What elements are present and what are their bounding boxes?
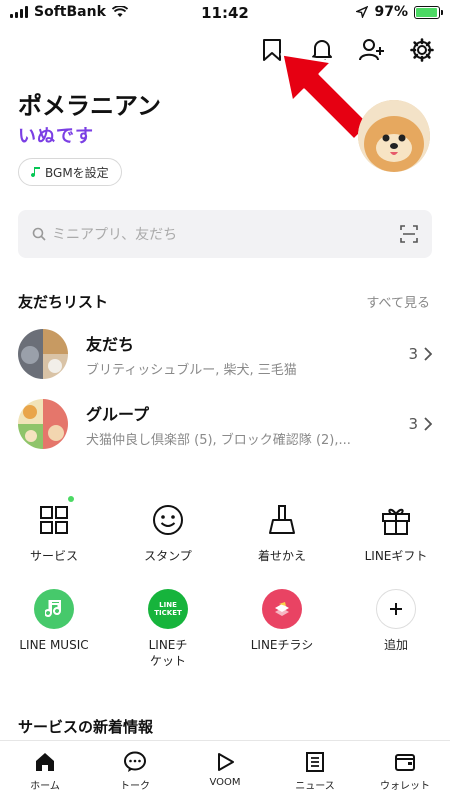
battery-icon (414, 5, 443, 19)
bgm-label: BGMを設定 (45, 165, 109, 180)
profile-avatar[interactable] (358, 100, 430, 172)
chat-bubble-icon (124, 751, 146, 772)
bgm-button[interactable]: BGMを設定 (18, 158, 122, 186)
friends-list-title: 友だちリスト (18, 293, 109, 311)
service-label: 追加 (383, 638, 408, 652)
home-icon (36, 753, 54, 771)
groups-row[interactable]: グループ 犬猫仲良し倶楽部 (5), ブロック確認隊 (2),... 3 (18, 396, 432, 452)
row-title: 友だち (86, 334, 135, 354)
line-ticket-icon: LINE TICKET (148, 589, 188, 629)
gear-icon[interactable] (408, 36, 436, 64)
nav-label: トーク (120, 781, 150, 792)
music-note-icon (31, 167, 40, 178)
service-services[interactable]: サービス (4, 496, 104, 564)
nav-news[interactable]: ニュース (270, 741, 360, 800)
service-line-ticket[interactable]: LINE TICKET LINEチ ケット (118, 589, 218, 669)
row-count: 3 (408, 415, 418, 433)
row-count: 3 (408, 345, 418, 363)
battery-percent: 97% (374, 4, 408, 20)
groups-thumbnail (18, 399, 68, 449)
service-label: 着せかえ (257, 549, 306, 563)
nav-label: VOOM (209, 777, 241, 788)
grid-icon (40, 506, 68, 534)
service-label: LINE MUSIC (19, 638, 89, 652)
play-icon (218, 753, 234, 771)
service-label: LINEチラシ (250, 638, 314, 652)
friends-thumbnail (18, 329, 68, 379)
nav-home[interactable]: ホーム (0, 741, 90, 800)
service-line-flyer[interactable]: LINEチラシ (232, 589, 332, 653)
service-line-gift[interactable]: LINEギフト (346, 500, 446, 564)
chevron-right-icon (424, 417, 432, 431)
ticket-badge-line1: LINE (159, 601, 177, 609)
location-icon (356, 6, 369, 18)
nav-label: ホーム (30, 781, 60, 792)
status-message[interactable]: いぬです (18, 122, 94, 148)
nav-label: ニュース (295, 781, 335, 792)
newspaper-icon (306, 752, 324, 772)
service-label: LINEチ ケット (148, 638, 188, 668)
search-placeholder: ミニアプリ、友だち (52, 227, 178, 243)
see-all-link[interactable]: すべて見る (366, 292, 430, 311)
service-label: スタンプ (144, 549, 192, 563)
service-line-music[interactable]: LINE MUSIC (4, 589, 104, 653)
service-stamps[interactable]: スタンプ (118, 500, 218, 564)
row-title: グループ (86, 404, 150, 424)
nav-wallet[interactable]: ウォレット (360, 741, 450, 800)
plus-icon (376, 589, 416, 629)
brush-icon (269, 505, 295, 534)
line-flyer-icon (262, 589, 302, 629)
nav-voom[interactable]: VOOM (180, 741, 270, 800)
ticket-badge-line2: TICKET (154, 609, 182, 617)
qr-scan-icon[interactable] (400, 225, 418, 243)
row-subtitle: ブリティッシュブルー, 柴犬, 三毛猫 (86, 362, 297, 378)
service-add[interactable]: 追加 (346, 589, 446, 653)
row-subtitle: 犬猫仲良し倶楽部 (5), ブロック確認隊 (2),... (86, 432, 351, 448)
profile-name[interactable]: ポメラニアン (18, 86, 161, 121)
status-bar: SoftBank 11:42 97% (0, 0, 450, 28)
service-label: LINEギフト (364, 549, 428, 563)
service-themes[interactable]: 着せかえ (232, 500, 332, 564)
service-news-title: サービスの新着情報 (18, 718, 154, 736)
nav-talk[interactable]: トーク (90, 741, 180, 800)
search-input[interactable]: ミニアプリ、友だち (18, 210, 432, 258)
nav-label: ウォレット (380, 781, 430, 792)
bottom-nav: ホーム トーク VOOM ニュース ウォレット (0, 740, 450, 800)
friends-row[interactable]: 友だち ブリティッシュブルー, 柴犬, 三毛猫 3 (18, 326, 432, 382)
smiley-icon (153, 505, 183, 535)
line-music-icon (34, 589, 74, 629)
gift-icon (382, 508, 410, 535)
chevron-right-icon (424, 347, 432, 361)
search-icon (32, 227, 46, 241)
wallet-icon (395, 754, 415, 771)
service-label: サービス (29, 549, 78, 563)
new-badge (68, 496, 74, 502)
